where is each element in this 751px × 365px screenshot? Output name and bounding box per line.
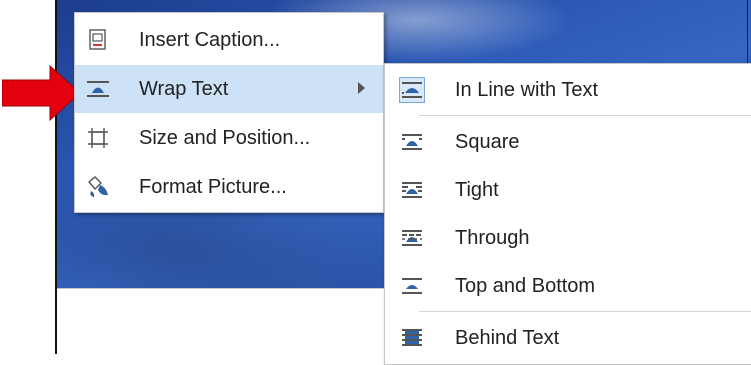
menu-item-label: Insert Caption... [139,28,281,51]
insert-caption-icon [85,27,111,53]
submenu-item-through[interactable]: Through [385,214,751,262]
square-wrap-icon [399,129,425,155]
submenu-separator [419,115,751,116]
menu-item-label: Wrap Text [139,77,229,100]
submenu-item-label: In Line with Text [455,78,599,101]
inline-with-text-icon [399,77,425,103]
submenu-item-label: Tight [455,178,499,201]
size-position-icon [85,125,111,151]
submenu-chevron-icon [358,82,365,94]
menu-item-size-and-position[interactable]: Size and Position... [75,114,383,162]
menu-item-label: Format Picture... [139,175,287,198]
tight-wrap-icon [399,177,425,203]
submenu-item-in-line-with-text[interactable]: In Line with Text [385,66,751,114]
menu-item-wrap-text[interactable]: Wrap Text [75,65,383,113]
red-arrow-pointer-icon [2,64,81,122]
wrap-text-icon [85,76,111,102]
submenu-item-label: Behind Text [455,326,560,349]
submenu-item-label: Through [455,226,530,249]
menu-item-label: Size and Position... [139,126,311,149]
submenu-item-top-and-bottom[interactable]: Top and Bottom [385,262,751,310]
menu-item-insert-caption[interactable]: Insert Caption... [75,16,383,64]
menu-item-format-picture[interactable]: Format Picture... [75,163,383,211]
behind-text-icon [399,325,425,351]
icon-holder [399,77,425,103]
submenu-item-label: Top and Bottom [455,274,596,297]
top-bottom-wrap-icon [399,273,425,299]
submenu-item-square[interactable]: Square [385,118,751,166]
submenu-item-label: Square [455,130,520,153]
through-wrap-icon [399,225,425,251]
submenu-item-behind-text[interactable]: Behind Text [385,314,751,362]
context-menu: Insert Caption... Wrap Text Size and Pos… [74,12,384,213]
format-picture-icon [85,174,111,200]
submenu-item-tight[interactable]: Tight [385,166,751,214]
submenu-separator [419,311,751,312]
wrap-text-submenu: In Line with Text Square Tight Through T… [384,63,751,365]
